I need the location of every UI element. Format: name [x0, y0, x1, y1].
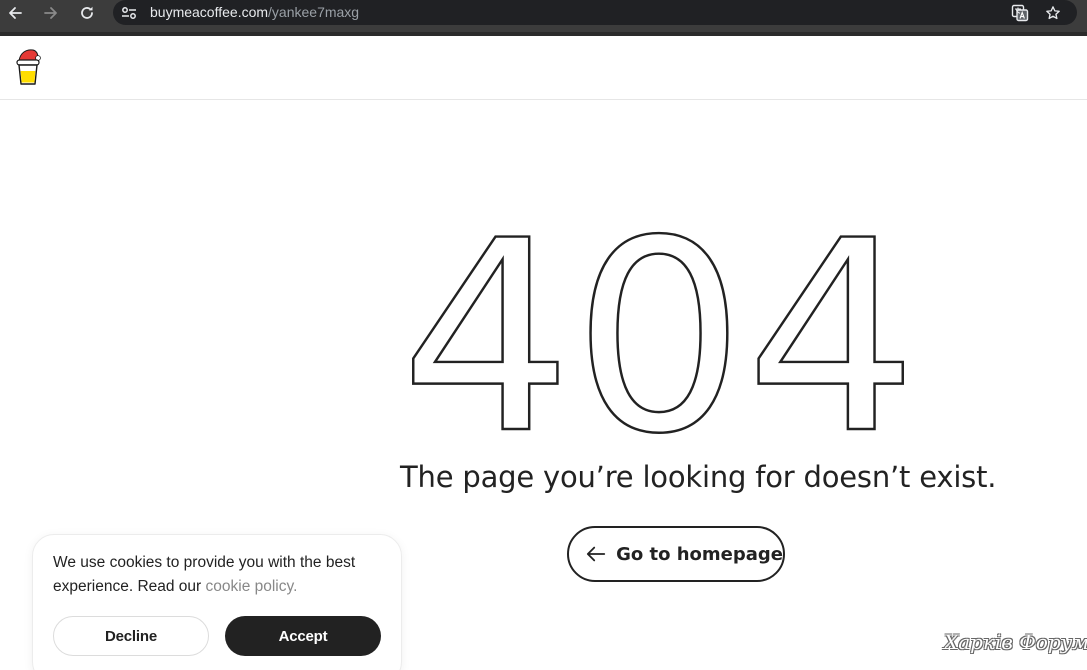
url-path: /yankee7maxg: [268, 4, 360, 20]
tune-icon: [122, 6, 136, 19]
page: buymeacoffee.com/yankee7maxg 404 The pag…: [0, 0, 1087, 670]
go-to-homepage-button[interactable]: Go to homepage: [567, 526, 785, 582]
url-host: buymeacoffee.com: [150, 4, 269, 20]
arrow-right-icon: [44, 7, 57, 19]
arrow-left-icon: [9, 7, 22, 19]
forward-button[interactable]: [39, 2, 63, 24]
site-header: [0, 36, 1087, 100]
go-to-homepage-label: Go to homepage: [616, 543, 783, 565]
browser-toolbar: buymeacoffee.com/yankee7maxg: [0, 0, 1087, 36]
address-bar[interactable]: buymeacoffee.com/yankee7maxg: [113, 0, 1077, 25]
star-icon: [1046, 5, 1060, 19]
cookie-banner: We use cookies to provide you with the b…: [32, 534, 402, 670]
url-text[interactable]: buymeacoffee.com/yankee7maxg: [150, 4, 359, 21]
forum-watermark: Харків Форум: [944, 630, 1087, 654]
decline-button[interactable]: Decline: [53, 616, 209, 656]
arrow-left-icon: [586, 546, 606, 562]
coffee-cup-logo: [16, 49, 41, 85]
error-code-text: 404: [400, 224, 918, 440]
cookie-text: We use cookies to provide you with the b…: [53, 551, 393, 599]
reload-button[interactable]: [75, 2, 99, 24]
accept-button[interactable]: Accept: [225, 616, 381, 656]
error-message: The page you’re looking for doesn’t exis…: [400, 460, 997, 494]
reload-icon: [81, 6, 93, 19]
logo-link[interactable]: [14, 46, 42, 88]
translate-button[interactable]: [1010, 3, 1030, 22]
site-info-button[interactable]: [120, 4, 138, 21]
back-button[interactable]: [3, 2, 27, 24]
cookie-message: We use cookies to provide you with the b…: [53, 554, 356, 595]
translate-icon: [1011, 4, 1029, 21]
bookmark-button[interactable]: [1043, 3, 1063, 22]
error-code: 404: [399, 224, 919, 440]
cookie-policy-link[interactable]: cookie policy.: [206, 578, 298, 595]
